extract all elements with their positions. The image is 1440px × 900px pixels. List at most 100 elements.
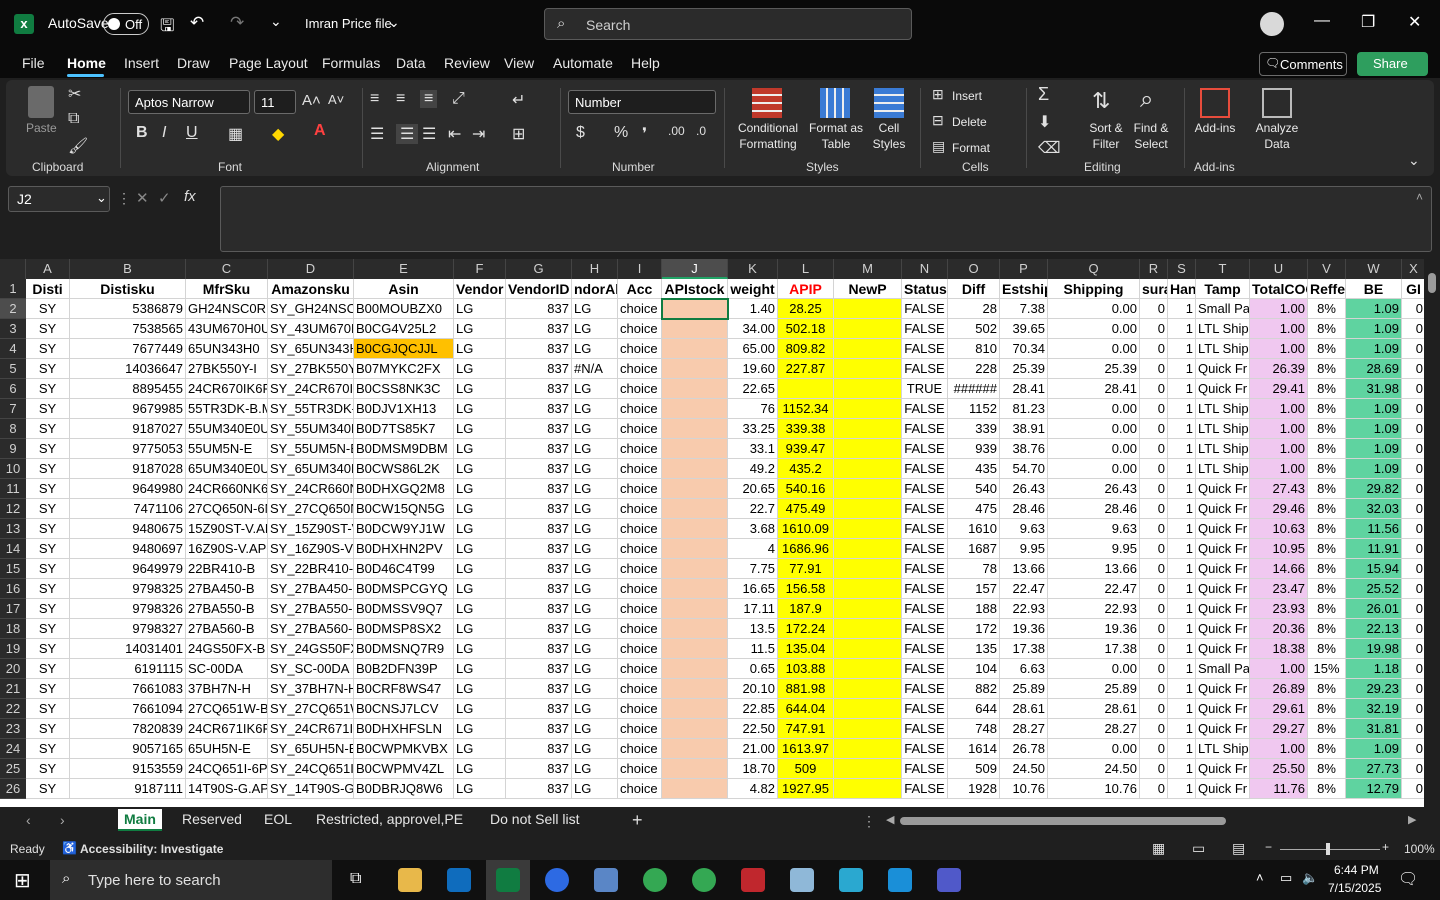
table-cell[interactable]: LG: [454, 519, 506, 539]
row-header[interactable]: 3: [0, 319, 26, 339]
table-cell[interactable]: [662, 379, 728, 399]
table-cell[interactable]: 7677449: [70, 339, 186, 359]
table-cell[interactable]: LG: [572, 599, 618, 619]
column-header[interactable]: K: [728, 259, 778, 279]
table-cell[interactable]: [662, 499, 728, 519]
table-cell[interactable]: 1.09: [1346, 739, 1402, 759]
table-cell[interactable]: 81.23: [1000, 399, 1048, 419]
table-cell[interactable]: choice: [618, 439, 662, 459]
table-cell[interactable]: B0CG4V25L2: [354, 319, 454, 339]
table-cell[interactable]: 0: [1402, 559, 1424, 579]
wrap-text-icon[interactable]: ↵: [512, 90, 525, 110]
table-cell[interactable]: 227.87: [778, 359, 834, 379]
table-cell[interactable]: 0: [1402, 539, 1424, 559]
table-cell[interactable]: LG: [454, 439, 506, 459]
table-cell[interactable]: 20.36: [1250, 619, 1308, 639]
table-cell[interactable]: 0.00: [1048, 419, 1140, 439]
table-cell[interactable]: [662, 399, 728, 419]
table-cell[interactable]: LG: [572, 559, 618, 579]
table-cell[interactable]: 17.38: [1048, 639, 1140, 659]
table-cell[interactable]: [662, 519, 728, 539]
table-cell[interactable]: choice: [618, 599, 662, 619]
clock-date[interactable]: 7/15/2025: [1328, 881, 1381, 895]
header-cell[interactable]: BE: [1346, 279, 1402, 299]
table-cell[interactable]: 1: [1168, 439, 1196, 459]
clear-icon[interactable]: ⌫: [1038, 138, 1061, 158]
chrome-profile-icon[interactable]: [692, 868, 716, 892]
table-cell[interactable]: 22.93: [1000, 599, 1048, 619]
table-cell[interactable]: SY: [26, 319, 70, 339]
table-cell[interactable]: 8895455: [70, 379, 186, 399]
table-cell[interactable]: B0B2DFN39P: [354, 659, 454, 679]
table-cell[interactable]: 24CR671IK6P: [186, 719, 268, 739]
table-cell[interactable]: 0: [1140, 579, 1168, 599]
table-cell[interactable]: 8%: [1308, 679, 1346, 699]
table-cell[interactable]: 15Z90ST-V.AP: [186, 519, 268, 539]
table-cell[interactable]: 8%: [1308, 339, 1346, 359]
table-cell[interactable]: 0.00: [1048, 659, 1140, 679]
table-cell[interactable]: FALSE: [902, 559, 948, 579]
table-cell[interactable]: 0: [1140, 499, 1168, 519]
table-cell[interactable]: 78: [948, 559, 1000, 579]
table-cell[interactable]: 0: [1140, 779, 1168, 799]
table-cell[interactable]: 0: [1402, 359, 1424, 379]
table-cell[interactable]: SY_24CR660N: [268, 479, 354, 499]
table-cell[interactable]: LG: [572, 339, 618, 359]
table-cell[interactable]: LG: [454, 399, 506, 419]
table-cell[interactable]: 1927.95: [778, 779, 834, 799]
format-painter-icon[interactable]: 🖌: [68, 136, 88, 156]
table-cell[interactable]: 0: [1140, 759, 1168, 779]
table-cell[interactable]: SC-00DA: [186, 659, 268, 679]
table-cell[interactable]: Quick Fr: [1196, 779, 1250, 799]
column-header[interactable]: V: [1308, 259, 1346, 279]
conditional-formatting-icon[interactable]: [752, 88, 782, 118]
table-cell[interactable]: SY: [26, 379, 70, 399]
table-cell[interactable]: SY: [26, 559, 70, 579]
table-cell[interactable]: Quick Fr: [1196, 679, 1250, 699]
table-cell[interactable]: 10.76: [1000, 779, 1048, 799]
table-cell[interactable]: 172.24: [778, 619, 834, 639]
paste-icon[interactable]: [28, 86, 54, 118]
table-cell[interactable]: 1.00: [1250, 439, 1308, 459]
table-cell[interactable]: GH24NSC0R: [186, 299, 268, 319]
table-cell[interactable]: SY_37BH7N-H: [268, 679, 354, 699]
table-cell[interactable]: 3.68: [728, 519, 778, 539]
table-cell[interactable]: 55UM340E0U: [186, 419, 268, 439]
table-cell[interactable]: 22.13: [1346, 619, 1402, 639]
format-cells-icon[interactable]: ▤: [932, 138, 945, 155]
table-cell[interactable]: 10.63: [1250, 519, 1308, 539]
autosum-icon[interactable]: Σ: [1038, 84, 1049, 105]
table-cell[interactable]: B0CSS8NK3C: [354, 379, 454, 399]
column-header[interactable]: H: [572, 259, 618, 279]
table-cell[interactable]: 1928: [948, 779, 1000, 799]
fill-color-icon[interactable]: ◆: [272, 124, 284, 144]
table-cell[interactable]: 7471106: [70, 499, 186, 519]
table-cell[interactable]: 0: [1402, 419, 1424, 439]
scroll-left-icon[interactable]: ◀: [886, 813, 894, 826]
table-cell[interactable]: B0DMSSV9Q7: [354, 599, 454, 619]
table-cell[interactable]: LTL Ship: [1196, 459, 1250, 479]
table-cell[interactable]: 837: [506, 739, 572, 759]
chevron-down-icon[interactable]: ⌄: [96, 190, 107, 206]
table-cell[interactable]: 8%: [1308, 499, 1346, 519]
table-cell[interactable]: 188: [948, 599, 1000, 619]
table-cell[interactable]: LTL Ship: [1196, 339, 1250, 359]
table-cell[interactable]: LG: [572, 439, 618, 459]
column-header[interactable]: P: [1000, 259, 1048, 279]
table-cell[interactable]: 747.91: [778, 719, 834, 739]
table-cell[interactable]: 0.00: [1048, 399, 1140, 419]
table-cell[interactable]: choice: [618, 559, 662, 579]
clock-time[interactable]: 6:44 PM: [1334, 863, 1379, 877]
table-cell[interactable]: ######: [948, 379, 1000, 399]
table-cell[interactable]: 24.50: [1000, 759, 1048, 779]
table-cell[interactable]: 1.09: [1346, 399, 1402, 419]
table-cell[interactable]: 0: [1140, 519, 1168, 539]
table-cell[interactable]: 0: [1140, 639, 1168, 659]
table-cell[interactable]: 837: [506, 439, 572, 459]
table-cell[interactable]: 1: [1168, 679, 1196, 699]
table-cell[interactable]: SY_27CQ651W: [268, 699, 354, 719]
menu-file[interactable]: File: [22, 55, 45, 71]
table-cell[interactable]: FALSE: [902, 759, 948, 779]
table-cell[interactable]: SY_GH24NSC0: [268, 299, 354, 319]
table-cell[interactable]: SY_15Z90ST-V: [268, 519, 354, 539]
